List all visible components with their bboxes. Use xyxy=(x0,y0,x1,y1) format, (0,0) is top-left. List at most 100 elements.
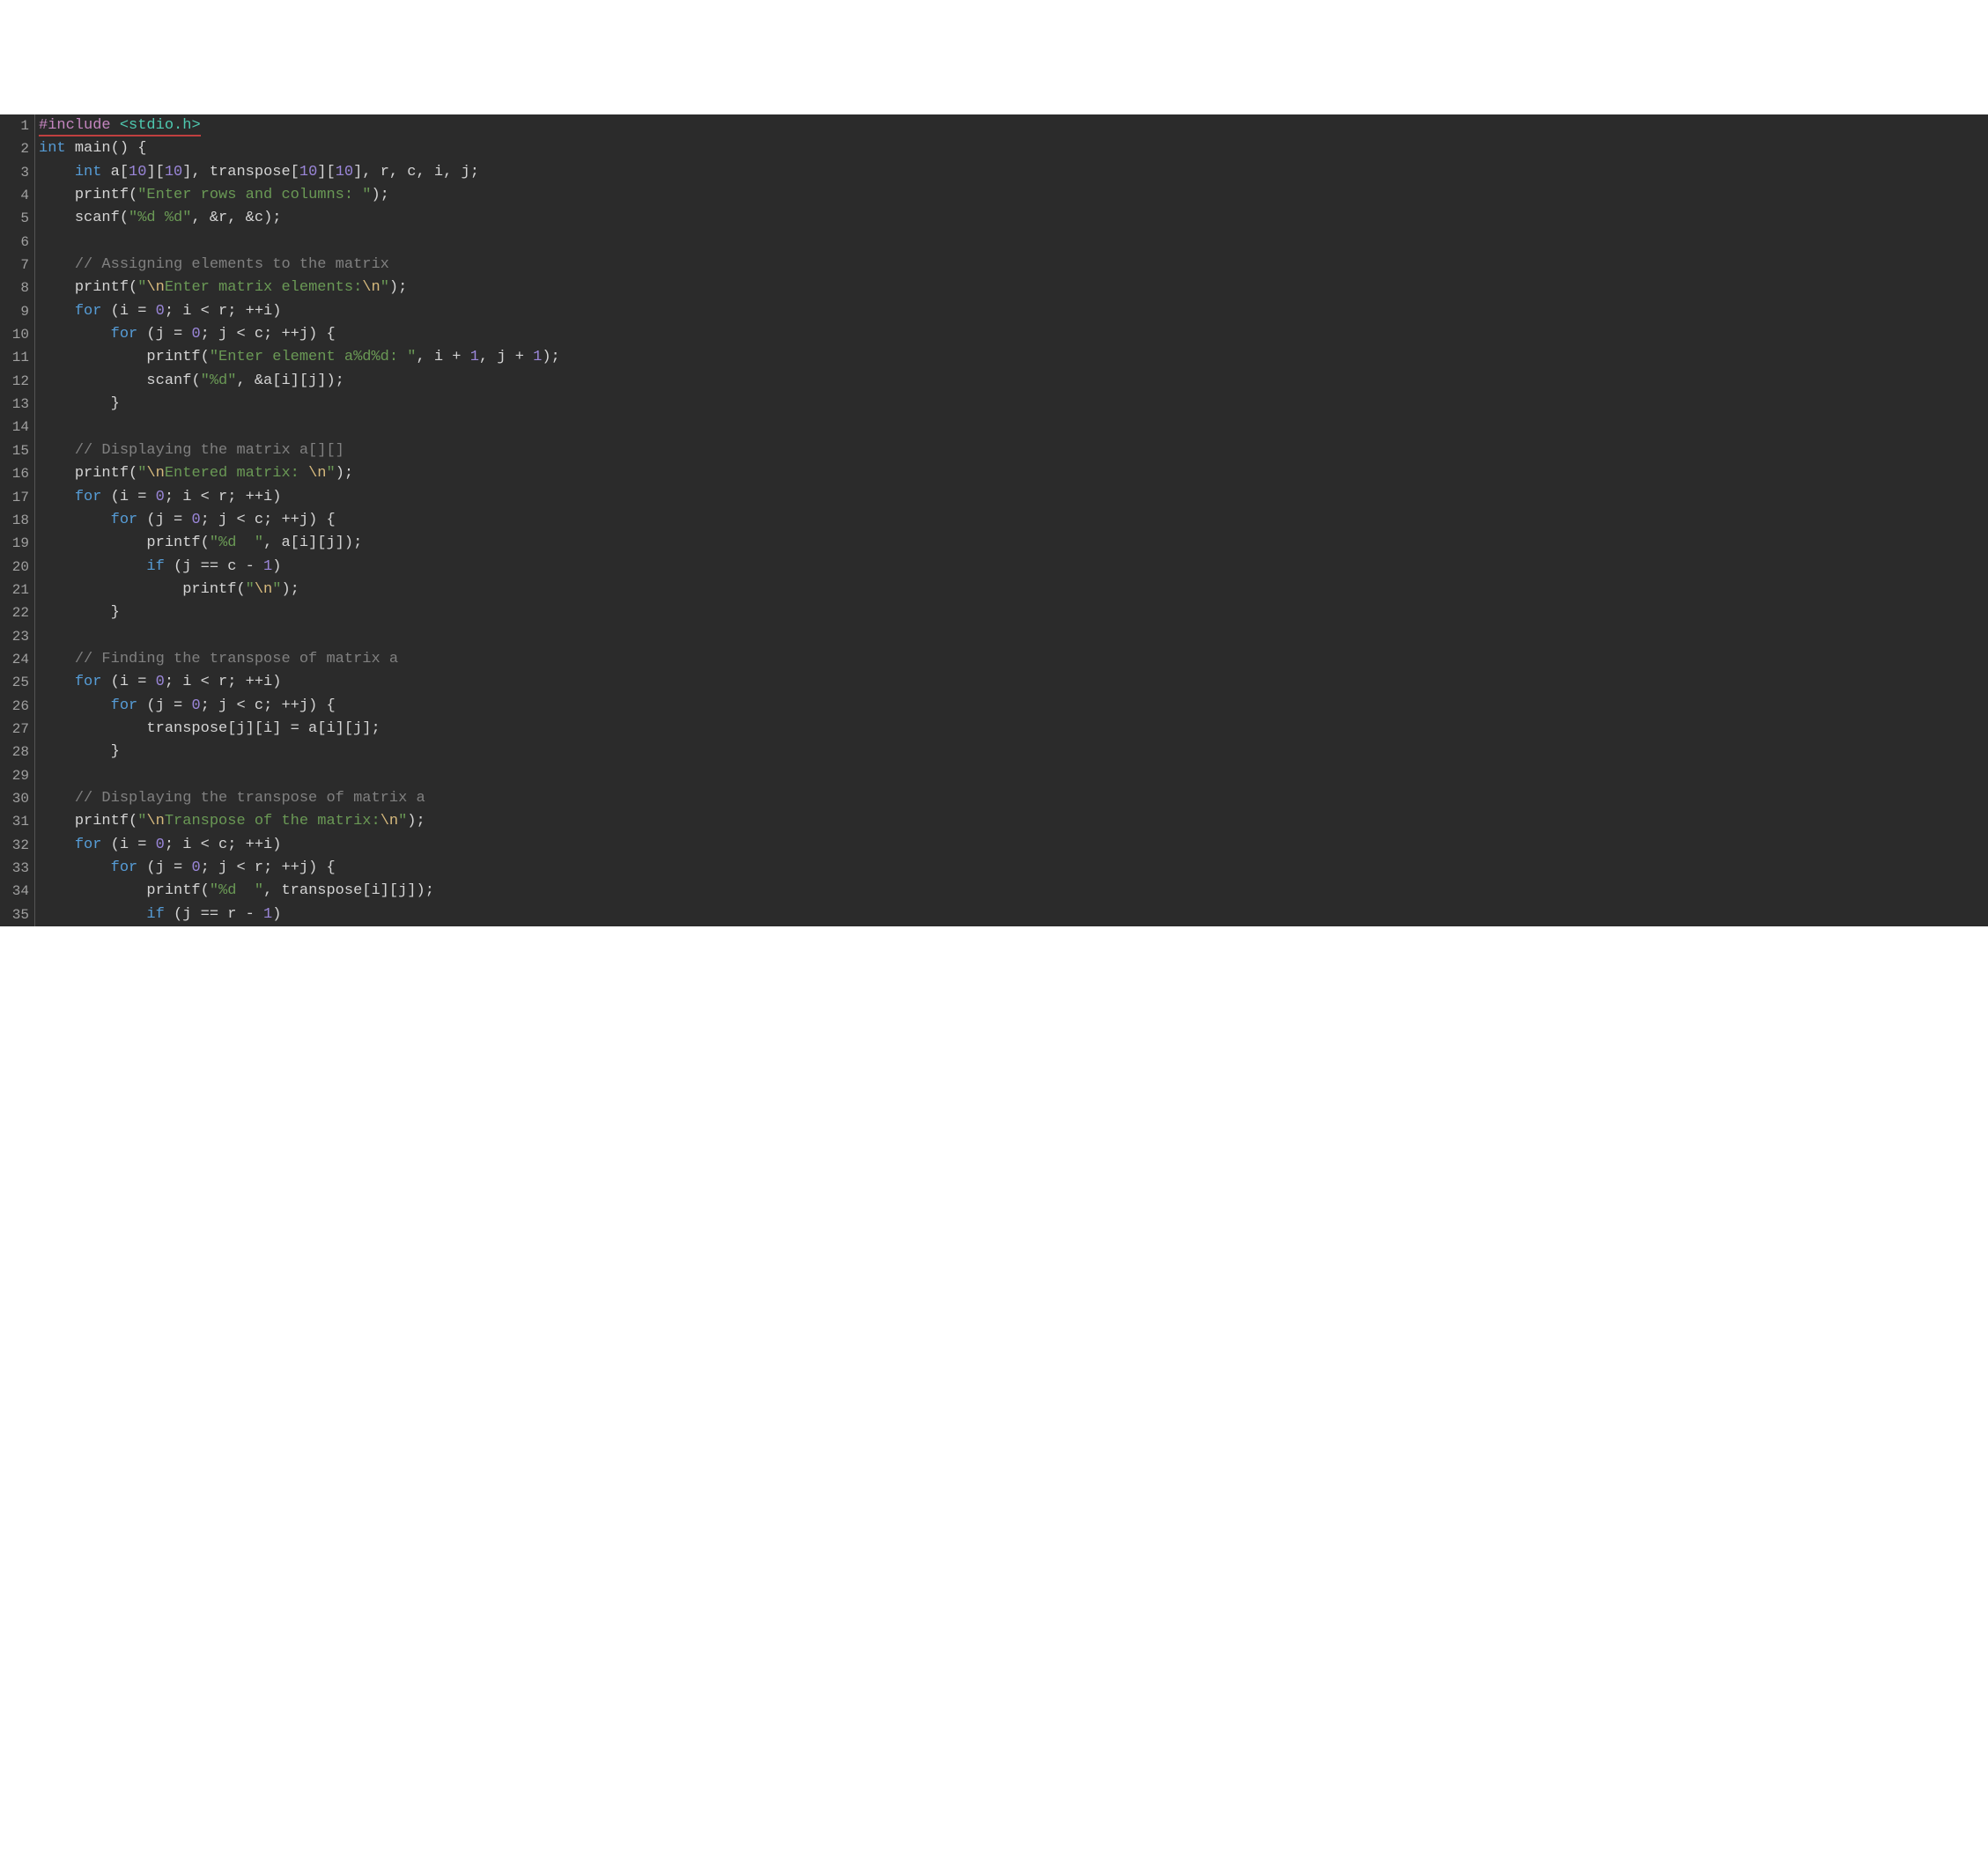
code-token: } xyxy=(39,395,120,412)
code-line[interactable]: // Assigning elements to the matrix xyxy=(39,254,1988,277)
line-number: 8 xyxy=(4,277,29,299)
code-line[interactable]: scanf("%d", &a[i][j]); xyxy=(39,370,1988,393)
code-token: 10 xyxy=(165,164,182,181)
code-line[interactable]: printf("%d ", transpose[i][j]); xyxy=(39,880,1988,903)
code-line[interactable]: for (j = 0; j < c; ++j) { xyxy=(39,323,1988,346)
code-token: ][ xyxy=(317,164,335,181)
code-token: "%d " xyxy=(210,882,263,899)
code-token: 1 xyxy=(263,906,272,923)
code-line[interactable] xyxy=(39,231,1988,254)
code-line[interactable]: printf("Enter rows and columns: "); xyxy=(39,184,1988,207)
code-token: ( xyxy=(129,813,137,830)
code-line[interactable]: printf("%d ", a[i][j]); xyxy=(39,532,1988,555)
line-number: 18 xyxy=(4,509,29,532)
code-line[interactable]: // Displaying the transpose of matrix a xyxy=(39,787,1988,810)
code-editor[interactable]: 1234567891011121314151617181920212223242… xyxy=(0,114,1988,926)
code-token: 0 xyxy=(156,674,165,690)
code-line[interactable]: if (j == r - 1) xyxy=(39,903,1988,926)
code-token: (j == r - xyxy=(165,906,263,923)
code-line[interactable] xyxy=(39,625,1988,648)
line-number: 21 xyxy=(4,579,29,601)
code-line[interactable]: for (j = 0; j < c; ++j) { xyxy=(39,695,1988,718)
code-token: transpose[j][i] = a[i][j]; xyxy=(39,720,381,737)
code-token: for xyxy=(111,697,138,714)
code-token xyxy=(39,187,75,203)
line-number: 5 xyxy=(4,207,29,230)
code-line[interactable]: } xyxy=(39,601,1988,624)
code-token xyxy=(39,535,146,551)
code-token: 1 xyxy=(470,349,479,365)
code-token: \n xyxy=(146,465,164,482)
code-token xyxy=(39,489,75,505)
code-token: ( xyxy=(201,535,210,551)
line-number: 35 xyxy=(4,903,29,926)
code-line[interactable]: // Finding the transpose of matrix a xyxy=(39,648,1988,671)
code-line[interactable]: for (i = 0; i < c; ++i) xyxy=(39,834,1988,857)
code-token: \n xyxy=(146,813,164,830)
code-token: for xyxy=(111,512,138,528)
code-token: (i = xyxy=(101,674,155,690)
code-token: ( xyxy=(236,581,245,598)
code-line[interactable]: printf("\nTranspose of the matrix:\n"); xyxy=(39,810,1988,833)
code-line[interactable]: if (j == c - 1) xyxy=(39,556,1988,579)
code-token: printf xyxy=(182,581,236,598)
code-token: for xyxy=(75,303,102,320)
code-line[interactable]: for (j = 0; j < c; ++j) { xyxy=(39,509,1988,532)
code-line[interactable]: scanf("%d %d", &r, &c); xyxy=(39,207,1988,230)
code-token: (j = xyxy=(137,512,191,528)
code-token: , i + xyxy=(416,349,469,365)
code-token: " xyxy=(137,279,146,296)
code-line[interactable]: for (j = 0; j < r; ++j) { xyxy=(39,857,1988,880)
code-token: "%d " xyxy=(210,535,263,551)
line-number: 15 xyxy=(4,439,29,462)
line-number: 12 xyxy=(4,370,29,393)
code-line[interactable]: int main() { xyxy=(39,137,1988,160)
code-token: scanf xyxy=(146,372,191,389)
code-token: " xyxy=(381,279,389,296)
code-token: for xyxy=(75,674,102,690)
code-token: " xyxy=(137,813,146,830)
code-content-pane[interactable]: #include <stdio.h>int main() { int a[10]… xyxy=(35,114,1988,926)
code-token: " xyxy=(326,465,335,482)
code-line[interactable]: transpose[j][i] = a[i][j]; xyxy=(39,718,1988,741)
line-number: 30 xyxy=(4,787,29,810)
code-line[interactable]: #include <stdio.h> xyxy=(39,114,1988,137)
code-line[interactable]: for (i = 0; i < r; ++i) xyxy=(39,671,1988,694)
code-line[interactable]: printf("\nEnter matrix elements:\n"); xyxy=(39,277,1988,299)
code-token: 0 xyxy=(156,489,165,505)
code-token xyxy=(39,372,146,389)
code-line[interactable]: } xyxy=(39,741,1988,763)
line-number: 4 xyxy=(4,184,29,207)
code-line[interactable]: printf("Enter element a%d%d: ", i + 1, j… xyxy=(39,346,1988,369)
code-line[interactable] xyxy=(39,764,1988,787)
code-line[interactable]: for (i = 0; i < r; ++i) xyxy=(39,300,1988,323)
code-token: "Enter rows and columns: " xyxy=(137,187,371,203)
line-number: 24 xyxy=(4,648,29,671)
code-token: printf xyxy=(146,882,200,899)
code-token xyxy=(39,303,75,320)
code-line[interactable]: // Displaying the matrix a[][] xyxy=(39,439,1988,462)
line-number: 16 xyxy=(4,462,29,485)
code-token: 0 xyxy=(156,303,165,320)
code-token: int xyxy=(39,140,66,157)
code-token: 0 xyxy=(156,837,165,853)
code-line[interactable]: printf("\n"); xyxy=(39,579,1988,601)
code-token: ( xyxy=(201,349,210,365)
code-line[interactable] xyxy=(39,416,1988,439)
code-token: , a[i][j]); xyxy=(263,535,362,551)
code-token: for xyxy=(111,326,138,343)
code-token: ], r, c, i, j; xyxy=(353,164,479,181)
code-token: scanf xyxy=(75,210,120,226)
code-line[interactable]: } xyxy=(39,393,1988,416)
code-line[interactable]: printf("\nEntered matrix: \n"); xyxy=(39,462,1988,485)
line-number: 34 xyxy=(4,880,29,903)
code-token: ); xyxy=(389,279,407,296)
code-line[interactable]: int a[10][10], transpose[10][10], r, c, … xyxy=(39,161,1988,184)
code-token xyxy=(39,790,75,807)
code-token: () { xyxy=(111,140,147,157)
code-token: ; j < c; ++j) { xyxy=(201,326,336,343)
code-token: // Assigning elements to the matrix xyxy=(75,256,389,273)
line-number: 32 xyxy=(4,834,29,857)
code-line[interactable]: for (i = 0; i < r; ++i) xyxy=(39,486,1988,509)
code-token: (j = xyxy=(137,859,191,876)
